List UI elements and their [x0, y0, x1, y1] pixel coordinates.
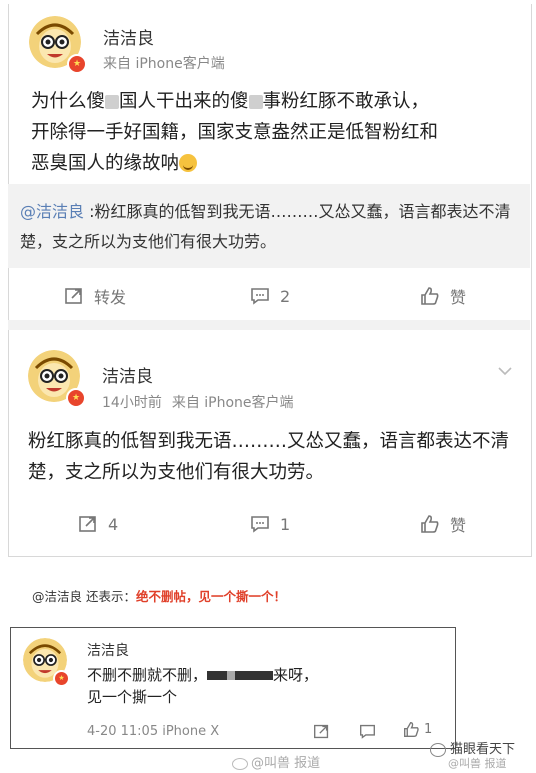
post-meta: 4-20 11:05 iPhone X [87, 724, 220, 739]
mention-link[interactable]: @洁洁良 [20, 202, 84, 221]
post-text-segment: 来呀， [273, 666, 319, 684]
repost-icon[interactable] [313, 723, 330, 740]
verified-badge-icon: ★ [53, 670, 70, 687]
repost-count: 4 [108, 514, 119, 534]
comment-button[interactable]: 2 [250, 276, 290, 316]
wechat-logo-icon [430, 742, 446, 757]
watermark-right-sub: @叫兽 报道 [448, 757, 507, 770]
redacted-text [227, 671, 236, 680]
repost-label: 转发 [94, 288, 127, 307]
quote-text: :粉红豚真的低智到我无语………又怂又蠢，语言都表达不清楚，支之所以为支他们有很大… [20, 202, 511, 251]
verified-badge-icon: ★ [66, 388, 86, 408]
post-text: 不删不删就不删， 来呀， 见一个撕一个 [87, 664, 447, 708]
like-button[interactable]: 赞 [420, 276, 466, 316]
post-time: 14小时前 [102, 395, 162, 411]
chevron-down-icon[interactable] [498, 364, 512, 378]
post-source: 来自 iPhone客户端 [103, 56, 225, 72]
post-text-segment: 为什么傻 [31, 91, 106, 112]
comment-icon [251, 288, 269, 305]
like-label: 赞 [450, 516, 467, 535]
comment-icon [251, 516, 269, 533]
thumbs-up-icon [421, 515, 439, 533]
caption-prefix: @洁洁良 还表示： [32, 589, 136, 604]
like-label: 赞 [450, 288, 467, 307]
watermark-center: @叫兽 报道 [232, 752, 320, 771]
reposted-quote[interactable]: @洁洁良 :粉红豚真的低智到我无语………又怂又蠢，语言都表达不清楚，支之所以为支… [8, 184, 530, 268]
repost-icon [79, 516, 96, 532]
redacted-text [235, 671, 274, 680]
post-username[interactable]: 洁洁良 [87, 640, 129, 660]
post-text: 为什么傻x国人干出来的傻x事粉红豚不敢承认， 开除得一手好国籍，国家支意盎然正是… [31, 86, 521, 179]
smile-emoji-icon [179, 154, 198, 172]
post-actions: 4 1 赞 [8, 504, 530, 544]
repost-icon [65, 288, 82, 304]
thumbs-up-icon [404, 722, 419, 737]
caption-highlight: 绝不删帖，见一个撕一个！ [135, 589, 286, 604]
repost-button[interactable]: 4 [78, 504, 118, 544]
verified-badge-icon: ★ [67, 54, 87, 74]
repost-button[interactable]: 转发 [64, 276, 126, 316]
thumbs-up-icon [421, 287, 439, 305]
post-text-segment: 恶臭国人的缘故呐 [31, 153, 180, 174]
post-username[interactable]: 洁洁良 [103, 24, 154, 49]
post-text-segment: 不删不删就不删， [87, 666, 208, 684]
post-divider [8, 320, 530, 330]
comment-icon[interactable] [359, 723, 376, 740]
post-meta: 14小时前 来自 iPhone客户端 [102, 392, 294, 412]
like-button[interactable]: 赞 [420, 504, 466, 544]
post-text-segment: 国人干出来的傻 [119, 91, 249, 112]
comment-button[interactable]: 1 [250, 504, 290, 544]
post-text-line: 开除得一手好国籍，国家支意盎然正是低智粉红和 [31, 122, 439, 143]
post-actions: 转发 2 赞 [8, 276, 530, 316]
post-source: 来自 iPhone客户端 [171, 395, 294, 411]
post-username[interactable]: 洁洁良 [102, 362, 153, 387]
redacted-text [207, 671, 228, 680]
weibo-logo-icon [232, 757, 248, 770]
post-text: 粉红豚真的低智到我无语………又怂又蠢，语言都表达不清楚，支之所以为支他们有很大功… [28, 431, 510, 483]
blurred-text: x [105, 95, 120, 109]
comment-count: 1 [280, 514, 291, 534]
watermark-text: @叫兽 报道 [251, 756, 321, 771]
weibo-small-post-card: ★ 洁洁良 不删不删就不删， 来呀， 见一个撕一个 4-20 11:05 iPho… [10, 627, 456, 749]
comment-count: 2 [280, 286, 291, 306]
post-text-line: 见一个撕一个 [87, 688, 178, 706]
like-button[interactable]: 1 [403, 721, 432, 738]
post-text-segment: 事粉红豚不敢承认， [262, 91, 430, 112]
like-count: 1 [424, 722, 433, 737]
caption-note: @洁洁良 还表示：绝不删帖，见一个撕一个！ [32, 586, 286, 605]
blurred-text: x [248, 95, 263, 109]
